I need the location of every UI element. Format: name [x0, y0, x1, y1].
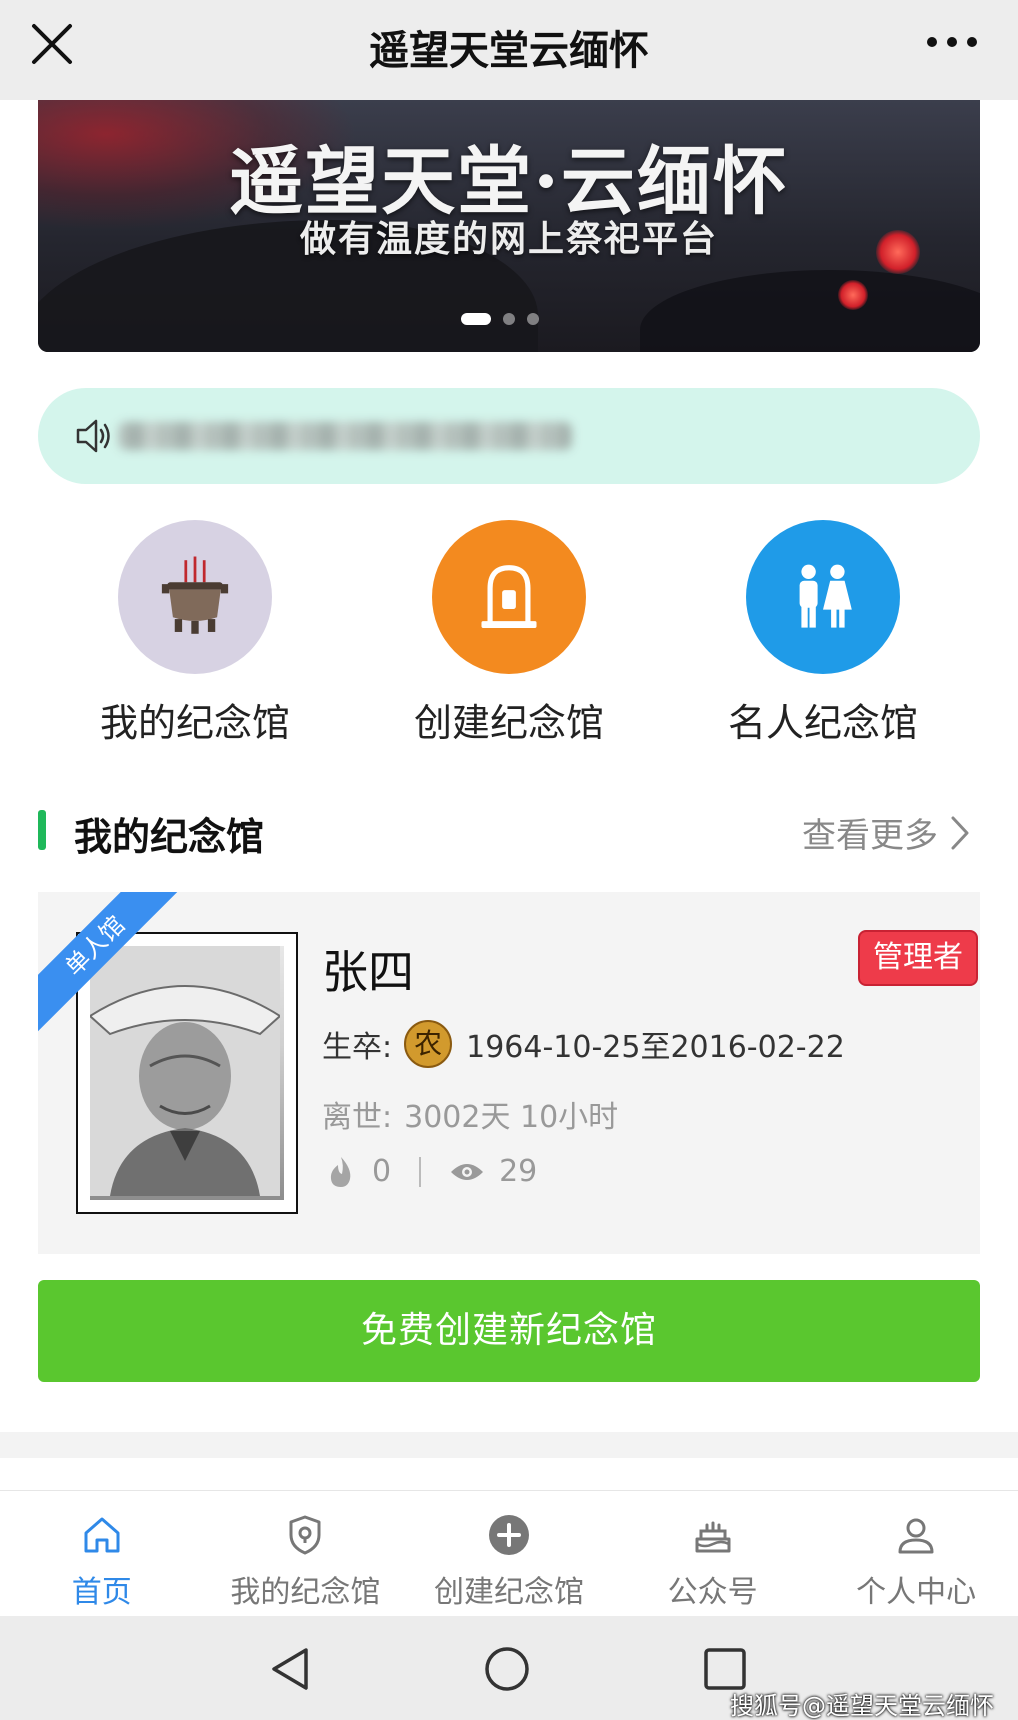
flame-icon	[330, 1156, 351, 1187]
shortcut-label: 名人纪念馆	[727, 701, 918, 745]
flame-count: 0	[372, 1154, 392, 1189]
portrait-photo	[90, 946, 284, 1200]
shortcut-circle	[432, 520, 586, 674]
portrait-frame	[76, 932, 298, 1214]
section-divider	[0, 1432, 1018, 1458]
nav-profile[interactable]: 个人中心	[814, 1491, 1018, 1616]
eye-icon	[451, 1163, 484, 1180]
system-nav-bar: 搜狐号@遥望天堂云缅怀	[0, 1616, 1018, 1720]
nav-my-memorial[interactable]: 我的纪念馆	[204, 1491, 408, 1616]
cake-icon	[695, 1521, 731, 1553]
shortcut-label: 我的纪念馆	[99, 701, 290, 745]
dates-label: 生卒:	[322, 1030, 393, 1065]
banner-roof-right	[640, 270, 980, 352]
banner-carousel[interactable]: 遥望天堂·云缅怀 做有温度的网上祭祀平台	[38, 100, 980, 352]
tombstone-icon	[481, 565, 537, 628]
lunar-calendar-badge: 农	[404, 1020, 453, 1068]
nav-label: 我的纪念馆	[230, 1575, 381, 1610]
carousel-dot[interactable]	[503, 313, 515, 325]
passed-duration: 3002天 10小时	[404, 1100, 619, 1135]
memorial-card[interactable]: 单人馆 张四 管理者 生卒: 农 1964-10-25至2016-02-22 离…	[38, 892, 980, 1254]
section-title: 我的纪念馆	[74, 815, 265, 859]
chevron-right-icon	[951, 816, 969, 849]
passed-label: 离世:	[322, 1100, 393, 1135]
shortcut-my-memorial[interactable]: 我的纪念馆	[80, 520, 310, 747]
create-memorial-button[interactable]: 免费创建新纪念馆	[38, 1280, 980, 1382]
speaker-icon	[76, 419, 110, 453]
more-dots-icon[interactable]	[926, 30, 978, 54]
shortcut-celebrity-memorial[interactable]: 名人纪念馆	[708, 520, 938, 747]
incense-burner-icon	[161, 556, 229, 634]
notice-bar[interactable]	[38, 388, 980, 484]
view-more-link[interactable]: 查看更多	[802, 808, 970, 857]
shortcut-create-memorial[interactable]: 创建纪念馆	[394, 520, 624, 747]
nav-home[interactable]: 首页	[0, 1491, 204, 1616]
dates-row: 生卒: 农 1964-10-25至2016-02-22	[322, 1020, 845, 1068]
nav-label: 创建纪念馆	[433, 1575, 584, 1610]
page-title: 遥望天堂云缅怀	[369, 28, 649, 74]
admin-badge: 管理者	[858, 930, 978, 986]
elder-portrait-image	[90, 946, 280, 1196]
shortcut-circle	[118, 520, 272, 674]
carousel-dots	[461, 312, 539, 326]
top-bar: 遥望天堂云缅怀	[0, 0, 1018, 100]
section-header: 我的纪念馆 查看更多	[38, 802, 980, 859]
passed-row: 离世: 3002天 10小时	[322, 1092, 618, 1136]
bottom-nav: 首页 我的纪念馆 创建纪念馆 公众号 个人中心	[0, 1490, 1018, 1616]
stats-row: 0 29	[322, 1154, 537, 1189]
section-accent-bar	[38, 810, 46, 850]
user-icon	[898, 1518, 934, 1554]
stats-divider	[419, 1156, 422, 1187]
life-dates: 1964-10-25至2016-02-22	[466, 1030, 845, 1065]
people-icon	[799, 564, 852, 628]
nav-official-account[interactable]: 公众号	[611, 1491, 815, 1616]
banner-subtitle: 做有温度的网上祭祀平台	[299, 219, 718, 260]
shortcut-circle	[746, 520, 900, 674]
shield-location-icon	[289, 1515, 321, 1555]
nav-label: 公众号	[667, 1575, 758, 1610]
watermark: 搜狐号@遥望天堂云缅怀	[730, 1692, 994, 1720]
shortcut-label: 创建纪念馆	[413, 701, 604, 745]
home-circle-icon[interactable]	[484, 1646, 530, 1692]
carousel-dot[interactable]	[527, 313, 539, 325]
view-more-label: 查看更多	[802, 816, 938, 856]
carousel-dot-active[interactable]	[461, 313, 491, 325]
home-icon	[84, 1517, 120, 1553]
deceased-name: 张四	[322, 945, 414, 999]
back-triangle-icon[interactable]	[268, 1646, 314, 1692]
nav-label: 首页	[71, 1575, 132, 1610]
nav-label: 个人中心	[856, 1575, 977, 1610]
nav-create-memorial[interactable]: 创建纪念馆	[407, 1491, 611, 1616]
lantern-icon	[838, 280, 868, 310]
plus-circle-icon	[488, 1515, 529, 1555]
view-count: 29	[499, 1154, 538, 1189]
notice-text-blurred	[118, 422, 572, 450]
